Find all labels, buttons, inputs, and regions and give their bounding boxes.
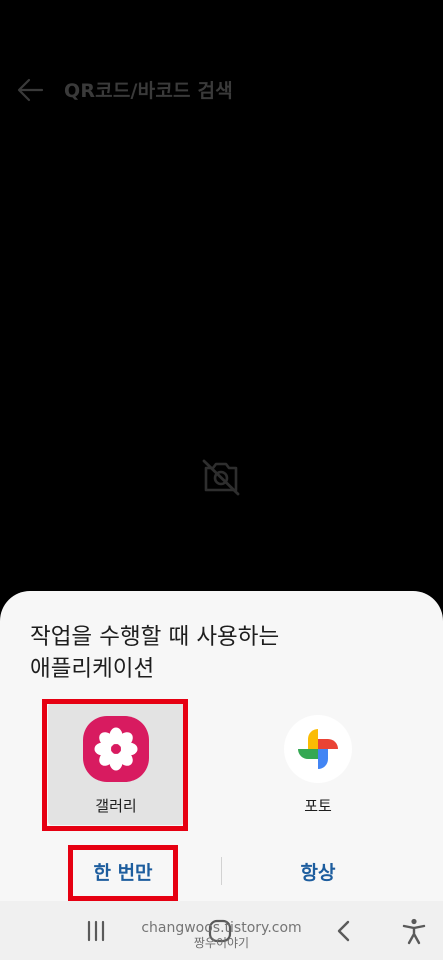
app-label-photos: 포토 [304,797,332,815]
top-app-bar: QR코드/바코드 검색 [0,62,443,118]
button-divider [221,857,222,885]
home-button[interactable] [204,915,236,947]
accessibility-button[interactable] [398,915,430,947]
camera-off-icon [200,458,242,496]
accessibility-icon [402,918,426,945]
chevron-left-icon [337,920,350,942]
always-button[interactable]: 항상 [268,853,368,893]
screen: QR코드/바코드 검색 작업을 수행할 때 사용하는 애플리케이션 갤러리 포토… [0,0,443,960]
back-button[interactable] [12,72,48,108]
gallery-flower-icon [82,715,150,783]
recents-icon [87,920,105,942]
google-photos-pinwheel-icon [284,715,352,783]
nav-back-button[interactable] [328,915,360,947]
app-label-gallery: 갤러리 [95,797,137,815]
page-title: QR코드/바코드 검색 [64,80,233,102]
chooser-title: 작업을 수행할 때 사용하는 애플리케이션 [30,624,280,682]
just-once-button[interactable]: 한 번만 [73,853,173,893]
home-icon [208,919,232,943]
app-option-photos[interactable]: 포토 [250,703,386,825]
navigation-bar [0,901,443,960]
arrow-left-icon [17,78,44,102]
app-option-gallery[interactable]: 갤러리 [48,703,184,825]
recents-button[interactable] [80,915,112,947]
